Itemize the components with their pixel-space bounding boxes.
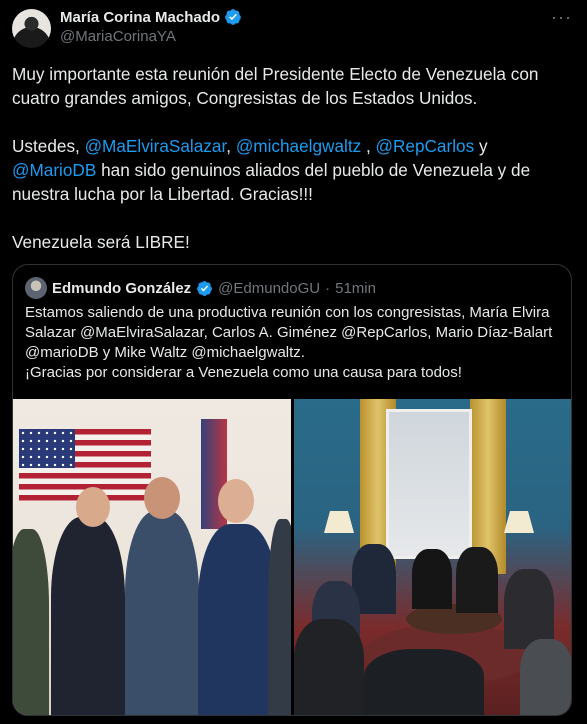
verified-badge-icon: [197, 280, 213, 296]
person-figure: [294, 619, 364, 715]
quote-paragraph-1: Estamos saliendo de una productiva reuni…: [25, 304, 553, 361]
person-figure: [364, 649, 484, 715]
text-fragment: ,: [361, 136, 376, 156]
person-figure: [125, 511, 199, 715]
tweet-paragraph-1: Muy importante esta reunión del Presiden…: [12, 64, 539, 108]
verified-badge-icon: [225, 9, 241, 25]
mention-link[interactable]: @MaElviraSalazar: [85, 136, 227, 156]
person-figure: [520, 639, 571, 715]
person-figure: [198, 524, 278, 715]
text-fragment: ,: [226, 136, 236, 156]
mention-link[interactable]: @michaelgwaltz: [236, 136, 361, 156]
window-graphic: [386, 409, 472, 559]
mention-link[interactable]: @RepCarlos: [376, 136, 475, 156]
lamp-graphic: [324, 511, 354, 533]
person-figure: [268, 519, 291, 715]
author-handle[interactable]: @MariaCorinaYA: [60, 28, 176, 45]
person-figure: [13, 529, 49, 715]
quote-header: Edmundo González @EdmundoGU · 51min: [25, 277, 376, 299]
quote-media: [13, 399, 571, 715]
tweet-paragraph-2: Ustedes, @MaElviraSalazar, @michaelgwalt…: [12, 134, 572, 206]
person-head: [144, 477, 180, 519]
mention-link[interactable]: @MarioDB: [12, 160, 96, 180]
quote-paragraph-2: ¡Gracias por considerar a Venezuela como…: [25, 364, 462, 381]
separator-dot: ·: [325, 279, 331, 297]
author-name-row: María Corina Machado: [60, 8, 242, 26]
tweet-text: Muy importante esta reunión del Presiden…: [12, 62, 572, 254]
person-figure: [51, 517, 125, 715]
quote-author-handle[interactable]: @EdmundoGU: [218, 280, 320, 297]
quote-text: Estamos saliendo de una productiva reuni…: [25, 303, 565, 383]
quote-author-name[interactable]: Edmundo González: [52, 280, 191, 297]
person-figure: [412, 549, 452, 609]
quote-timestamp[interactable]: 51min: [335, 280, 376, 297]
photo-meeting-room[interactable]: [294, 399, 571, 715]
lamp-graphic: [504, 511, 534, 533]
quote-author-avatar[interactable]: [25, 277, 47, 299]
photo-group-portrait[interactable]: [13, 399, 291, 715]
tweet-paragraph-3: Venezuela será LIBRE!: [12, 232, 190, 252]
person-figure: [456, 547, 498, 613]
author-avatar[interactable]: [12, 9, 51, 48]
author-name[interactable]: María Corina Machado: [60, 9, 220, 26]
quoted-tweet[interactable]: Edmundo González @EdmundoGU · 51min Esta…: [12, 264, 572, 716]
person-figure: [504, 569, 554, 649]
text-fragment: Ustedes,: [12, 136, 85, 156]
person-head: [76, 487, 110, 527]
more-dots-icon[interactable]: ···: [551, 8, 571, 30]
text-fragment: y: [474, 136, 488, 156]
person-head: [218, 479, 254, 523]
